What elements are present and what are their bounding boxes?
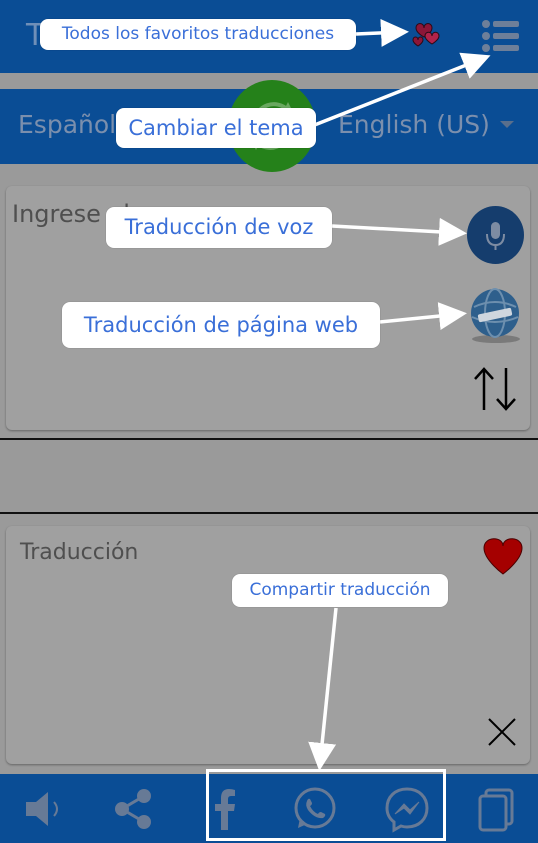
share-icon[interactable] <box>108 784 158 834</box>
swap-arrows-icon[interactable] <box>470 364 520 414</box>
heart-icon[interactable] <box>480 534 526 578</box>
ad-area <box>0 440 538 512</box>
speaker-icon[interactable] <box>18 784 68 834</box>
copy-icon[interactable] <box>474 784 524 834</box>
list-menu-icon[interactable] <box>478 16 522 56</box>
target-language-selector[interactable]: English (US) <box>338 110 490 139</box>
hearts-icon[interactable] <box>406 16 446 56</box>
callout-share-translation: Compartir traducción <box>232 574 448 607</box>
callout-web-translation: Traducción de página web <box>62 302 380 348</box>
globe-icon[interactable] <box>464 283 526 345</box>
close-icon[interactable] <box>486 716 518 748</box>
share-buttons-highlight <box>206 769 446 841</box>
source-language-selector[interactable]: Español( <box>18 110 126 139</box>
callout-voice-translation: Traducción de voz <box>106 207 332 248</box>
translation-output: Traducción <box>20 540 139 565</box>
microphone-icon[interactable] <box>467 206 524 264</box>
divider <box>0 512 538 514</box>
caret-down-icon[interactable] <box>500 121 514 128</box>
callout-favorites: Todos los favoritos traducciones <box>40 19 356 50</box>
callout-change-theme: Cambiar el tema <box>116 108 316 148</box>
